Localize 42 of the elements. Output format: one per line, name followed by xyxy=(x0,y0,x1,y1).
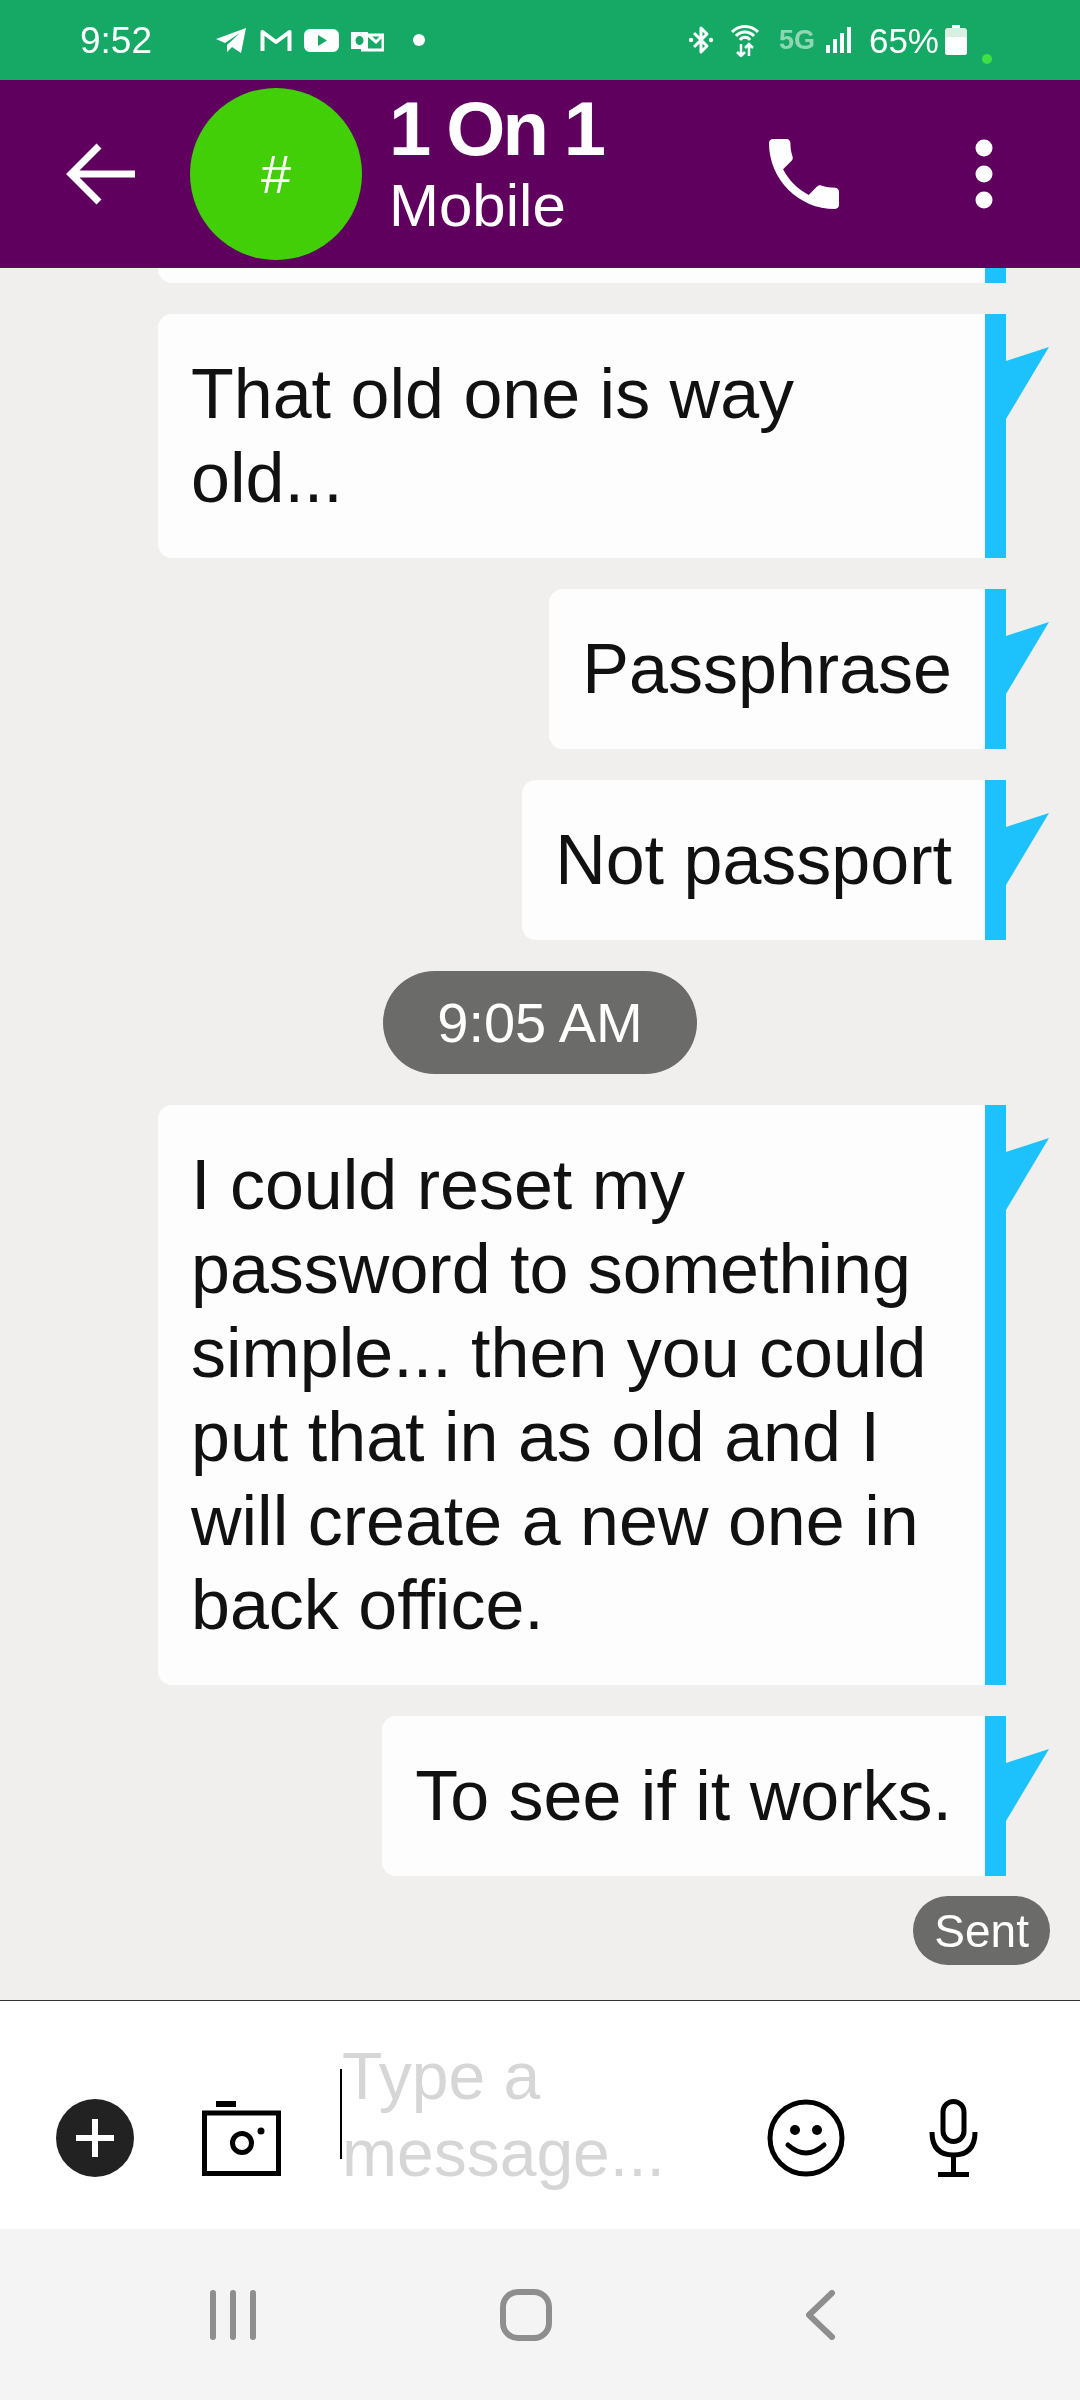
recent-apps-icon xyxy=(208,2289,258,2340)
call-button[interactable] xyxy=(769,139,839,209)
menu-icon xyxy=(975,139,993,209)
microphone-button[interactable] xyxy=(929,2099,978,2177)
message-bubble: To see if it works. xyxy=(382,1716,985,1876)
message-bubble: That old one is way old... xyxy=(158,314,985,558)
notification-dot-icon xyxy=(413,34,425,46)
camera-button[interactable] xyxy=(202,2100,281,2176)
contact-avatar[interactable]: # xyxy=(190,88,362,260)
back-arrow-icon xyxy=(65,142,137,206)
smiley-icon xyxy=(767,2099,845,2177)
message-bubble: Passphrase xyxy=(549,589,985,749)
battery-icon xyxy=(945,25,967,55)
status-time: 9:52 xyxy=(80,21,152,59)
phone-icon xyxy=(769,139,839,209)
microphone-icon xyxy=(929,2099,978,2177)
recent-apps-button[interactable] xyxy=(208,2289,258,2340)
timestamp: 9:05 AM xyxy=(383,971,697,1074)
wifi-icon xyxy=(729,23,760,57)
network-type: 5G xyxy=(778,26,815,54)
message-bubble: Not passport xyxy=(522,780,985,940)
chat-title: 1 On 1 xyxy=(389,91,604,167)
plus-icon xyxy=(75,2118,115,2158)
play-icon xyxy=(304,28,339,52)
back-button[interactable] xyxy=(65,142,137,206)
signal-icon xyxy=(825,27,851,53)
status-dot-icon xyxy=(982,54,992,64)
battery-percent: 65% xyxy=(868,22,939,58)
message-bubble: I could reset my password to something simple... then you could put that in as old and I will create a new one in back office. xyxy=(158,1105,985,1685)
bubble-bar xyxy=(985,268,1006,283)
camera-icon xyxy=(202,2100,281,2176)
mail-icon xyxy=(260,28,292,52)
delivery-status: Sent xyxy=(913,1896,1050,1965)
home-button[interactable] xyxy=(500,2288,552,2341)
more-menu-button[interactable] xyxy=(975,139,993,209)
chat-subtitle: Mobile xyxy=(389,176,567,236)
nav-back-button[interactable] xyxy=(804,2289,836,2340)
home-icon xyxy=(500,2288,552,2341)
paper-plane-icon xyxy=(215,27,247,53)
back-chevron-icon xyxy=(804,2289,836,2340)
bluetooth-icon xyxy=(687,25,714,55)
emoji-button[interactable] xyxy=(767,2099,845,2177)
